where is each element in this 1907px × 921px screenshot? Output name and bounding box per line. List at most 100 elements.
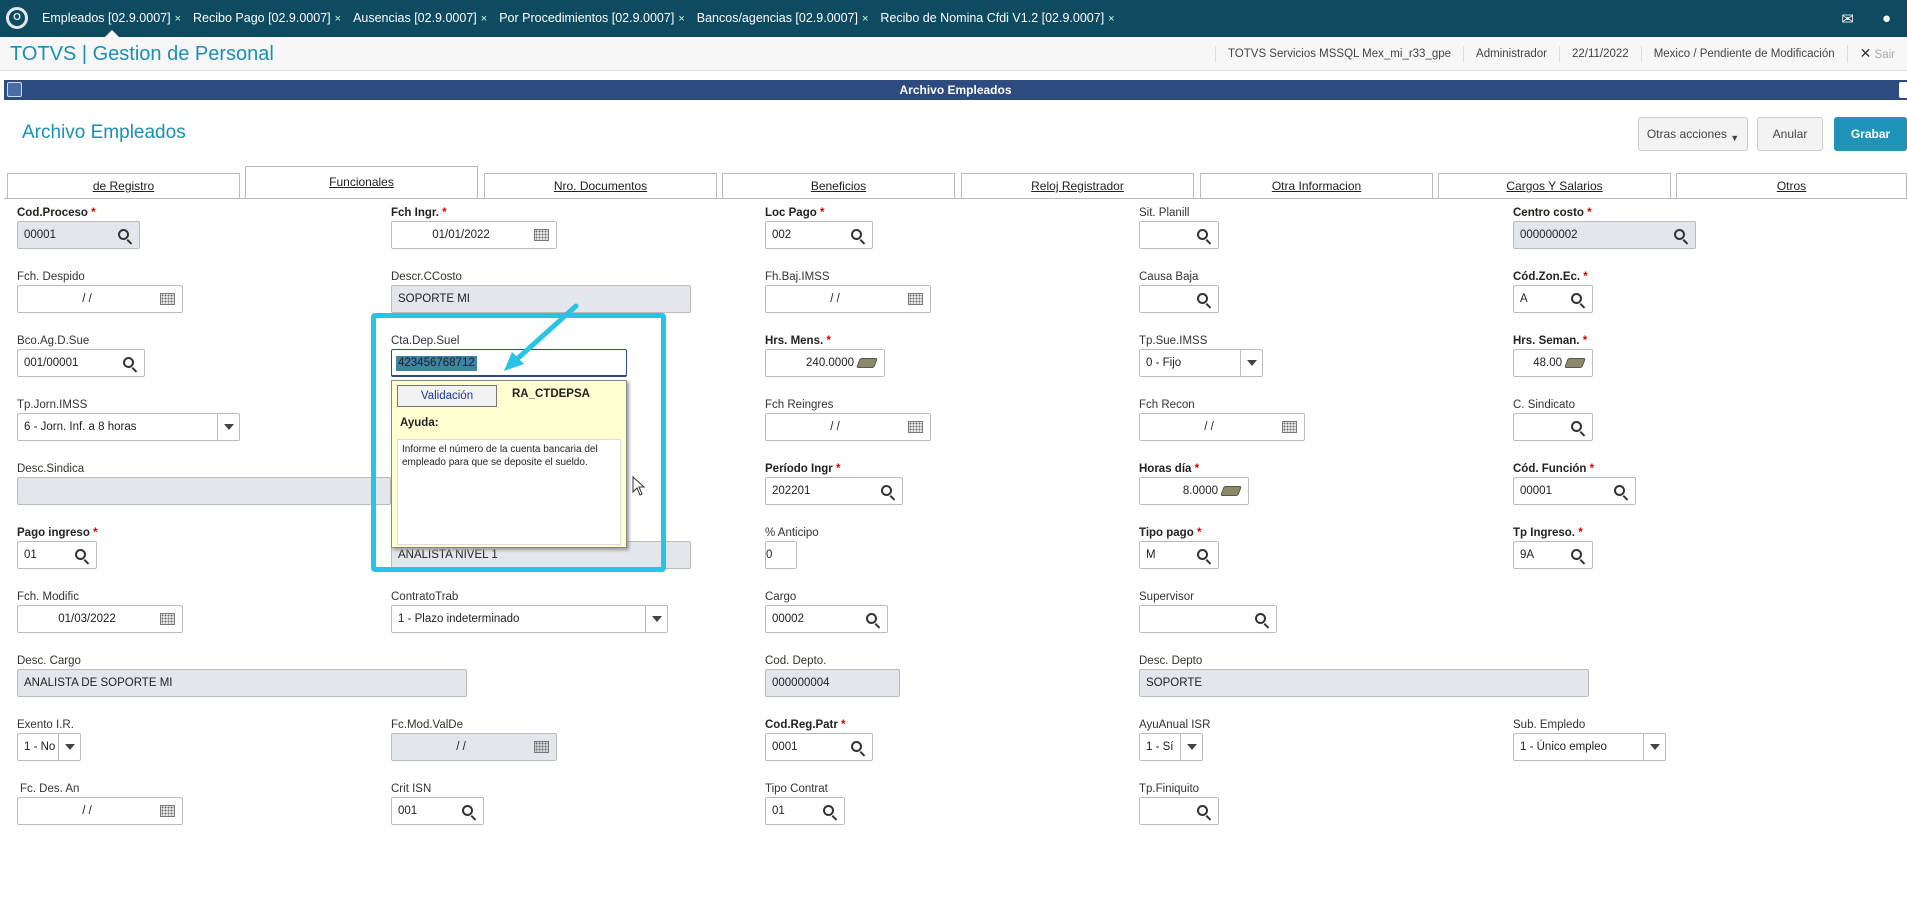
search-icon[interactable] — [863, 606, 881, 632]
fch-recon-field[interactable]: / / — [1139, 413, 1305, 441]
fc-mod-valde-field[interactable]: / / — [391, 733, 557, 761]
tab-module-3[interactable]: Por Procedimientos [02.9.0007] × — [493, 0, 691, 37]
search-icon[interactable] — [1252, 606, 1270, 632]
totvs-logo-icon[interactable]: O — [6, 7, 28, 29]
cod-proceso-field[interactable]: 00001 — [17, 221, 140, 249]
search-icon[interactable] — [459, 798, 477, 824]
folder-tab-0[interactable]: de Registro — [7, 173, 240, 198]
search-icon[interactable] — [1194, 798, 1212, 824]
sit-planill-field[interactable] — [1139, 221, 1219, 249]
fch-modific-field[interactable]: 01/03/2022 — [17, 605, 183, 633]
calendar-icon[interactable] — [532, 222, 550, 248]
tp-jorn-imss-field[interactable]: 6 - Jorn. Inf. a 8 horas — [17, 413, 240, 441]
close-tab-icon[interactable]: × — [862, 13, 868, 25]
grabar-button[interactable]: Grabar — [1834, 117, 1907, 151]
chevron-down-icon[interactable] — [58, 734, 80, 760]
search-icon[interactable] — [848, 222, 866, 248]
chevron-down-icon[interactable] — [1643, 734, 1665, 760]
search-icon[interactable] — [1568, 286, 1586, 312]
search-icon[interactable] — [1194, 286, 1212, 312]
calculator-icon[interactable] — [1220, 478, 1242, 504]
tp-sue-imss-field[interactable]: 0 - Fijo — [1139, 349, 1263, 377]
search-icon[interactable] — [820, 798, 838, 824]
periodo-ingr-field[interactable]: 202201 — [765, 477, 903, 505]
calendar-icon[interactable] — [158, 798, 176, 824]
c-sindicato-field[interactable] — [1513, 413, 1593, 441]
horas-dia-field[interactable]: 8.0000 — [1139, 477, 1249, 505]
window-icon[interactable] — [7, 82, 22, 97]
tab-module-1[interactable]: Recibo Pago [02.9.0007] × — [187, 0, 347, 37]
calendar-icon[interactable] — [158, 286, 176, 312]
folder-tab-3[interactable]: Beneficios — [722, 173, 955, 198]
tipo-pago-field[interactable]: M — [1139, 541, 1219, 569]
loc-pago-field[interactable]: 002 — [765, 221, 873, 249]
chevron-down-icon[interactable] — [1180, 734, 1202, 760]
fc-des-an-field[interactable]: / / — [17, 797, 183, 825]
fch-ingr-field[interactable]: 01/01/2022 — [391, 221, 557, 249]
crit-isn-field[interactable]: 001 — [391, 797, 484, 825]
user-icon[interactable]: ● — [1882, 10, 1891, 27]
supervisor-field[interactable] — [1139, 605, 1277, 633]
search-icon[interactable] — [1671, 222, 1689, 248]
anular-button[interactable]: Anular — [1757, 117, 1823, 151]
causa-baja-field[interactable] — [1139, 285, 1219, 313]
sub-empledo-field[interactable]: 1 - Único empleo — [1513, 733, 1666, 761]
search-icon[interactable] — [1194, 222, 1212, 248]
centro-costo-field[interactable]: 000000002 — [1513, 221, 1696, 249]
folder-tab-6[interactable]: Cargos Y Salarios — [1438, 173, 1671, 198]
tp-finiquito-field[interactable] — [1139, 797, 1219, 825]
cod-funcion-field[interactable]: 00001 — [1513, 477, 1636, 505]
close-tab-icon[interactable]: × — [175, 13, 181, 25]
search-icon[interactable] — [1611, 478, 1629, 504]
cod-depto-field[interactable]: 000000004 — [765, 669, 900, 697]
close-tab-icon[interactable]: × — [481, 13, 487, 25]
chevron-down-icon[interactable] — [645, 606, 667, 632]
cod-reg-patr-field[interactable]: 0001 — [765, 733, 873, 761]
exento-ir-field[interactable]: 1 - No — [17, 733, 81, 761]
close-tab-icon[interactable]: × — [1108, 13, 1114, 25]
calendar-icon[interactable] — [906, 286, 924, 312]
validacion-button[interactable]: Validación — [397, 385, 497, 407]
pct-anticipo-field[interactable]: 0 — [765, 541, 797, 569]
search-icon[interactable] — [878, 478, 896, 504]
tab-module-4[interactable]: Bancos/agencias [02.9.0007] × — [691, 0, 875, 37]
pago-ingreso-field[interactable]: 01 — [17, 541, 97, 569]
chevron-down-icon[interactable] — [1240, 350, 1262, 376]
cta-dep-suel-field[interactable]: 423456768712 — [391, 349, 627, 377]
calendar-icon[interactable] — [1280, 414, 1298, 440]
tab-module-0[interactable]: Empleados [02.9.0007] × — [36, 0, 187, 37]
hrs-mens-field[interactable]: 240.0000 — [765, 349, 885, 377]
ayuanual-isr-field[interactable]: 1 - Sí — [1139, 733, 1203, 761]
fch-despido-field[interactable]: / / — [17, 285, 183, 313]
search-icon[interactable] — [1568, 414, 1586, 440]
close-tab-icon[interactable]: × — [335, 13, 341, 25]
search-icon[interactable] — [1568, 542, 1586, 568]
contrato-trab-field[interactable]: 1 - Plazo indeterminado — [391, 605, 668, 633]
search-icon[interactable] — [72, 542, 90, 568]
search-icon[interactable] — [120, 350, 138, 376]
desc-depto-field[interactable]: SOPORTE — [1139, 669, 1589, 697]
descr-ccosto-field[interactable]: SOPORTE MI — [391, 285, 691, 313]
bco-ag-d-sue-field[interactable]: 001/00001 — [17, 349, 145, 377]
otras-acciones-button[interactable]: Otras acciones ▼ — [1638, 117, 1748, 151]
tipo-contrat-field[interactable]: 01 — [765, 797, 845, 825]
mail-icon[interactable]: ✉ — [1841, 10, 1854, 28]
desc-sindica-field[interactable] — [17, 477, 391, 505]
close-tab-icon[interactable]: × — [678, 13, 684, 25]
hrs-seman-field[interactable]: 48.00 — [1513, 349, 1593, 377]
tab-module-2[interactable]: Ausencias [02.9.0007] × — [347, 0, 493, 37]
folder-tab-1[interactable]: Funcionales — [245, 166, 478, 198]
search-icon[interactable] — [848, 734, 866, 760]
folder-tab-5[interactable]: Otra Informacion — [1200, 173, 1433, 198]
desc-cargo-field[interactable]: ANALISTA DE SOPORTE MI — [17, 669, 467, 697]
calendar-icon[interactable] — [906, 414, 924, 440]
calendar-icon[interactable] — [532, 734, 550, 760]
fch-reingres-field[interactable]: / / — [765, 413, 931, 441]
calculator-icon[interactable] — [856, 350, 878, 376]
exit-button[interactable]: ✕ Sair — [1846, 45, 1907, 63]
fh-baj-imss-field[interactable]: / / — [765, 285, 931, 313]
search-icon[interactable] — [1194, 542, 1212, 568]
tp-ingreso-field[interactable]: 9A — [1513, 541, 1593, 569]
search-icon[interactable] — [115, 222, 133, 248]
cargo-field[interactable]: 00002 — [765, 605, 888, 633]
